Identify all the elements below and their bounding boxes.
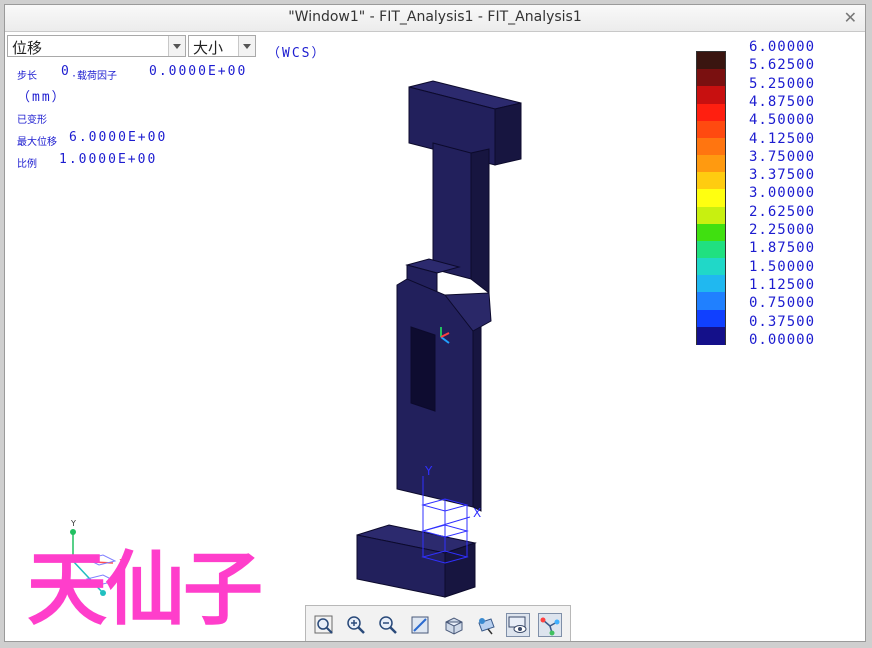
part-face <box>444 542 476 598</box>
spin-center-icon[interactable] <box>442 613 466 637</box>
part-face <box>432 142 472 280</box>
part-face <box>470 148 490 295</box>
display-style-icon[interactable] <box>538 613 562 637</box>
orient-icon[interactable] <box>474 613 498 637</box>
watermark-text: 天仙子 <box>27 543 263 636</box>
zoom-in-icon[interactable] <box>344 613 368 637</box>
repaint-icon[interactable] <box>408 613 432 637</box>
axis-y-label: Y <box>424 464 433 478</box>
window-title: "Window1" - FIT_Analysis1 - FIT_Analysis… <box>288 9 582 25</box>
close-icon[interactable]: ✕ <box>844 8 857 27</box>
axis-x-label: X <box>473 506 481 520</box>
part-model <box>356 80 522 598</box>
part-face <box>410 326 436 412</box>
part-face <box>472 316 482 512</box>
zoom-out-icon[interactable] <box>376 613 400 637</box>
zoom-fit-icon[interactable] <box>312 613 336 637</box>
view-toolbar <box>305 605 571 641</box>
saved-views-icon[interactable] <box>506 613 530 637</box>
part-face <box>494 102 522 166</box>
app-window: "Window1" - FIT_Analysis1 - FIT_Analysis… <box>4 4 866 642</box>
title-bar: "Window1" - FIT_Analysis1 - FIT_Analysis… <box>5 5 865 32</box>
